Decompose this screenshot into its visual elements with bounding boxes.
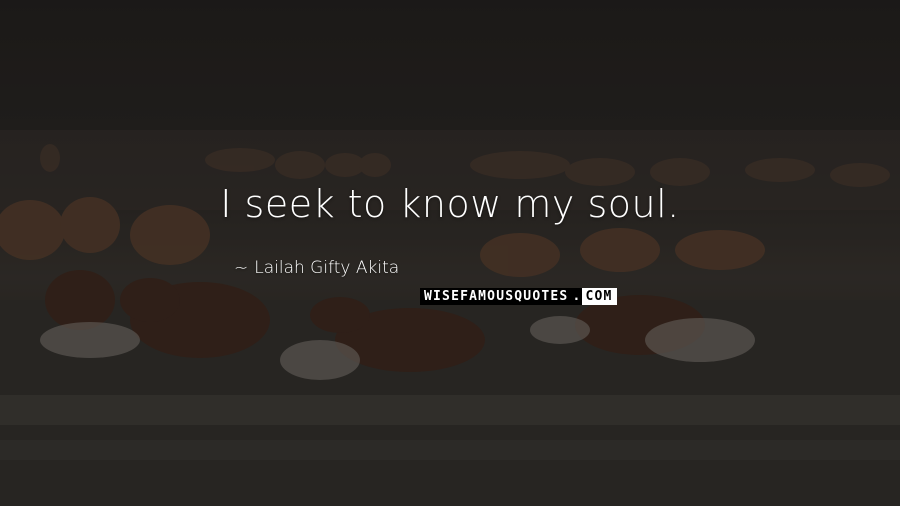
logo-dot: . — [571, 288, 583, 305]
logo-tld: COM — [582, 288, 617, 305]
wisefamousquotes-logo: WISEFAMOUSQUOTES. COM — [420, 288, 617, 305]
quote-image: I seek to know my soul. ~ Lailah Gifty Ak… — [0, 0, 900, 506]
quote-text: I seek to know my soul. — [220, 182, 680, 226]
author-name: Lailah Gifty Akita — [254, 258, 400, 278]
darken-overlay — [0, 0, 900, 506]
author-prefix: ~ — [234, 258, 249, 278]
logo-main-text: WISEFAMOUSQUOTES — [420, 288, 572, 305]
quote-author: ~ Lailah Gifty Akita — [234, 258, 399, 278]
